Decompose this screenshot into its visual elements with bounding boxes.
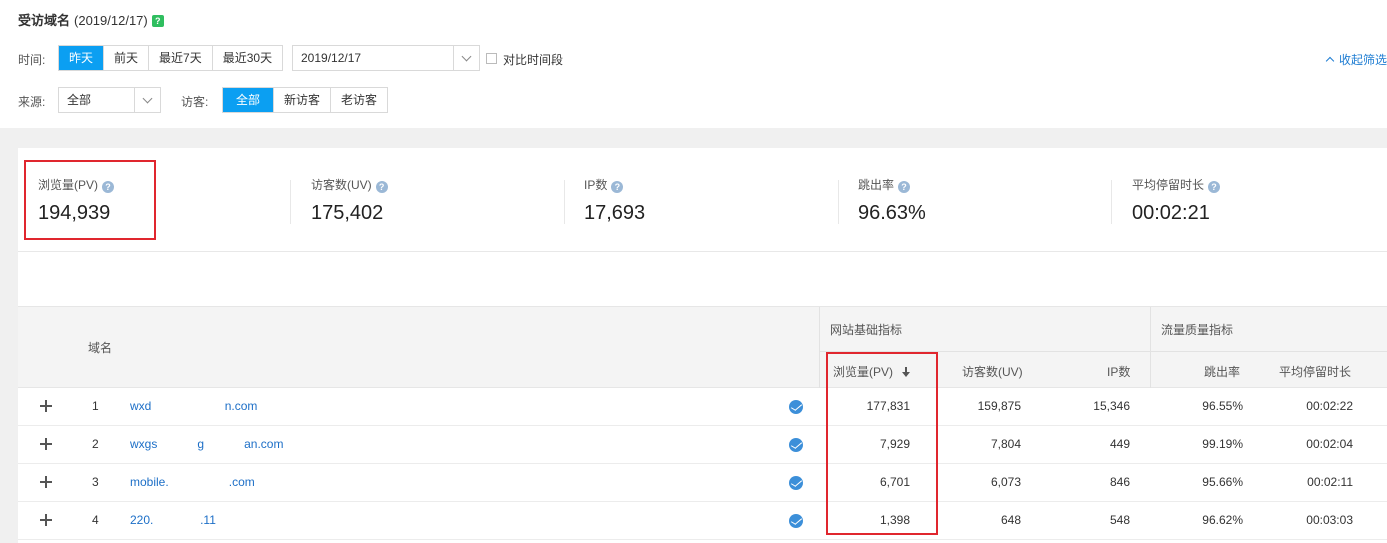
group-quality-metrics: 流量质量指标: [1161, 323, 1234, 337]
metric-bounce: 跳出率? 96.63%: [858, 176, 926, 225]
highlight-box: [826, 352, 938, 535]
row-domain-link[interactable]: mobile. .com: [130, 464, 255, 501]
expand-plus-icon[interactable]: [40, 514, 52, 526]
expand-plus-icon[interactable]: [40, 438, 52, 450]
time-yesterday-button[interactable]: 昨天: [59, 46, 104, 70]
visitor-returning-button[interactable]: 老访客: [330, 88, 387, 112]
row-bounce: 99.19%: [1202, 437, 1243, 451]
help-icon[interactable]: ?: [611, 181, 624, 193]
time-last7-button[interactable]: 最近7天: [148, 46, 212, 70]
source-select[interactable]: 全部: [58, 87, 161, 113]
row-index: 2: [92, 437, 99, 451]
row-duration: 00:02:22: [1306, 399, 1353, 413]
page-title-date: (2019/12/17): [74, 13, 148, 28]
metric-bounce-label: 跳出率: [858, 178, 895, 192]
row-ip: 548: [1109, 513, 1130, 527]
col-uv[interactable]: 访客数(UV): [962, 363, 1023, 380]
domain-table: 域名 网站基础指标 流量质量指标 浏览量(PV) 访客数(UV) IP数 跳出率…: [18, 306, 1387, 543]
chevron-up-icon: [1325, 56, 1335, 66]
trend-chart-icon[interactable]: [789, 514, 803, 528]
row-uv: 7,804: [990, 437, 1021, 451]
row-domain-link[interactable]: wxd n.com: [130, 388, 257, 425]
metric-ip: IP数? 17,693: [584, 176, 645, 225]
time-day-before-button[interactable]: 前天: [103, 46, 148, 70]
divider: [290, 180, 291, 224]
metric-duration-label: 平均停留时长: [1132, 178, 1205, 192]
metric-uv: 访客数(UV)? 175,402: [311, 176, 388, 225]
page-title: 受访域名 (2019/12/17)?: [18, 10, 164, 29]
divider: [1150, 307, 1151, 389]
row-index: 4: [92, 513, 99, 527]
divider: [1111, 180, 1112, 224]
trend-chart-icon[interactable]: [789, 400, 803, 414]
row-domain-link[interactable]: 220. .11: [130, 502, 216, 539]
col-duration[interactable]: 平均停留时长: [1279, 363, 1351, 380]
row-uv: 159,875: [977, 399, 1021, 413]
compare-checkbox[interactable]: [486, 53, 497, 64]
col-ip[interactable]: IP数: [1107, 363, 1130, 380]
help-icon[interactable]: ?: [1208, 181, 1221, 193]
chevron-down-icon[interactable]: [453, 46, 479, 70]
divider: [838, 180, 839, 224]
row-ip: 449: [1109, 437, 1130, 451]
date-picker[interactable]: 2019/12/17: [292, 45, 480, 71]
metric-duration: 平均停留时长? 00:02:21: [1132, 176, 1221, 225]
source-label: 来源:: [18, 95, 46, 109]
filter-area: 受访域名 (2019/12/17)? 时间: 昨天 前天 最近7天 最近30天 2…: [0, 0, 1387, 128]
page-title-text: 受访域名: [18, 13, 71, 28]
group-basic-metrics: 网站基础指标: [830, 323, 903, 337]
row-domain-link[interactable]: wxgs g an.com: [130, 426, 283, 463]
highlight-box: [24, 160, 156, 240]
visitor-type-group: 全部 新访客 老访客: [222, 87, 389, 113]
table-row: 1 wxd n.com 177,831 159,875 15,346 96.55…: [18, 388, 1387, 426]
metric-uv-label: 访客数(UV): [311, 178, 372, 192]
row-uv: 6,073: [990, 475, 1021, 489]
source-select-value: 全部: [67, 93, 92, 107]
divider: [819, 307, 820, 389]
row-uv: 648: [1000, 513, 1021, 527]
divider: [564, 180, 565, 224]
row-ip: 15,346: [1093, 399, 1130, 413]
collapse-filter-link[interactable]: 收起筛选: [1325, 51, 1387, 68]
row-bounce: 95.66%: [1202, 475, 1243, 489]
table-row: 2 wxgs g an.com 7,929 7,804 449 99.19% 0…: [18, 426, 1387, 464]
col-bounce[interactable]: 跳出率: [1204, 363, 1240, 380]
collapse-filter-label: 收起筛选: [1338, 53, 1387, 67]
col-domain: 域名: [88, 341, 113, 355]
visitor-all-button[interactable]: 全部: [223, 88, 274, 112]
visitor-label: 访客:: [181, 95, 209, 109]
metric-ip-value: 17,693: [584, 202, 646, 224]
summary-metrics: 浏览量(PV)? 194,939 访客数(UV)? 175,402 IP数? 1…: [18, 148, 1387, 252]
row-index: 3: [92, 475, 99, 489]
table-row: 3 mobile. .com 6,701 6,073 846 95.66% 00…: [18, 464, 1387, 502]
time-range-group: 昨天 前天 最近7天 最近30天: [58, 45, 284, 71]
metric-bounce-value: 96.63%: [858, 202, 926, 224]
row-duration: 00:02:11: [1307, 475, 1353, 489]
trend-chart-icon[interactable]: [789, 438, 803, 452]
expand-plus-icon[interactable]: [40, 476, 52, 488]
row-duration: 00:03:03: [1306, 513, 1353, 527]
metric-duration-value: 00:02:21: [1132, 202, 1210, 224]
trend-chart-icon[interactable]: [789, 476, 803, 490]
row-duration: 00:02:04: [1306, 437, 1353, 451]
date-picker-value: 2019/12/17: [301, 51, 362, 65]
time-label: 时间:: [18, 53, 46, 67]
visitor-new-button[interactable]: 新访客: [273, 88, 330, 112]
row-bounce: 96.55%: [1202, 399, 1243, 413]
metric-uv-value: 175,402: [311, 202, 384, 224]
help-icon[interactable]: ?: [898, 181, 911, 193]
row-ip: 846: [1109, 475, 1130, 489]
metric-ip-label: IP数: [584, 178, 608, 192]
help-icon[interactable]: ?: [151, 15, 164, 27]
report-panel: 浏览量(PV)? 194,939 访客数(UV)? 175,402 IP数? 1…: [18, 148, 1387, 543]
help-icon[interactable]: ?: [375, 181, 388, 193]
chevron-down-icon[interactable]: [134, 88, 160, 112]
row-bounce: 96.62%: [1202, 513, 1243, 527]
expand-plus-icon[interactable]: [40, 400, 52, 412]
compare-label[interactable]: 对比时间段: [503, 51, 563, 68]
table-row: 4 220. .11 1,398 648 548 96.62% 00:03:03: [18, 502, 1387, 540]
table-header: 域名 网站基础指标 流量质量指标 浏览量(PV) 访客数(UV) IP数 跳出率…: [18, 306, 1387, 389]
row-index: 1: [92, 399, 99, 413]
time-last30-button[interactable]: 最近30天: [211, 46, 282, 70]
